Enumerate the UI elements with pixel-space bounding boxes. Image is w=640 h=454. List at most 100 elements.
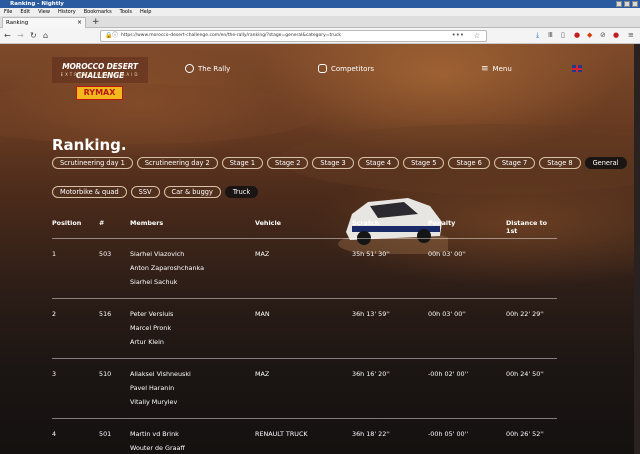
page-title: Ranking. <box>52 136 127 154</box>
bookmark-star-icon[interactable]: ☆ <box>474 31 480 41</box>
close-button[interactable] <box>632 1 638 7</box>
cell-members: Siarhei Viazovich Anton Zaparoshchanka S… <box>130 247 204 289</box>
tab-bar: Ranking × + <box>0 16 640 28</box>
cell-position: 2 <box>52 310 57 318</box>
nav-menu[interactable]: ≡ Menu <box>481 64 512 74</box>
cell-vehicle: MAZ <box>255 370 270 378</box>
stage-tabs: Scrutineering day 1 Scrutineering day 2 … <box>52 157 627 169</box>
cell-penalty: -00h 05' 00'' <box>428 430 469 438</box>
menu-view[interactable]: View <box>38 8 50 16</box>
uk-flag-icon[interactable] <box>572 65 582 72</box>
member-name: Artur Klein <box>130 338 164 346</box>
tab-car-buggy[interactable]: Car & buggy <box>163 186 221 198</box>
cell-penalty: 00h 03' 00'' <box>428 310 466 318</box>
header-members: Members <box>130 219 164 227</box>
minimize-button[interactable] <box>616 1 622 7</box>
addon-icon[interactable]: ● <box>613 31 619 40</box>
header-vehicle: Vehicle <box>255 219 281 227</box>
logo-subtitle: EXTREME RALLY RAID <box>60 72 140 77</box>
home-icon[interactable]: ⌂ <box>43 31 48 40</box>
tab-scrutineering-day-2[interactable]: Scrutineering day 2 <box>136 157 218 169</box>
reload-icon[interactable]: ↻ <box>30 31 37 40</box>
tab-label: Ranking <box>6 20 29 26</box>
cell-distance: 00h 22' 29'' <box>506 310 544 318</box>
tab-stage-8[interactable]: Stage 8 <box>539 157 581 169</box>
tab-stage-1[interactable]: Stage 1 <box>221 157 264 169</box>
member-name: Pavel Haranin <box>130 384 175 392</box>
extension-icon[interactable]: ● <box>574 31 580 40</box>
back-icon[interactable]: ← <box>4 31 11 40</box>
menu-bookmarks[interactable]: Bookmarks <box>84 8 112 16</box>
downloads-icon[interactable]: ⤓ <box>536 31 539 40</box>
tab-stage-3[interactable]: Stage 3 <box>312 157 354 169</box>
table-divider <box>52 418 557 419</box>
cell-number: 501 <box>99 430 112 438</box>
nav-competitors-label: Competitors <box>331 64 374 73</box>
cell-penalty: 00h 03' 00'' <box>428 250 466 258</box>
cell-scratch: 36h 18' 22'' <box>352 430 390 438</box>
nav-the-rally-label: The Rally <box>198 64 231 73</box>
cell-distance: 00h 24' 50'' <box>506 370 544 378</box>
url-bar[interactable]: ⓘ 🔒 https://www.morocco-desert-challenge… <box>100 30 487 42</box>
forward-icon[interactable]: → <box>17 31 24 40</box>
header-penalty: Penalty <box>428 219 456 227</box>
lock-icon: 🔒 <box>105 32 113 39</box>
cell-vehicle: MAZ <box>255 250 270 258</box>
tab-general[interactable]: General <box>584 157 627 169</box>
header-distance: Distance to 1st <box>506 219 548 235</box>
tab-stage-4[interactable]: Stage 4 <box>357 157 400 169</box>
window-titlebar: Ranking - Nightly <box>0 0 640 8</box>
tab-motorbike-quad[interactable]: Motorbike & quad <box>52 186 127 198</box>
competitors-icon <box>318 64 327 73</box>
tab-ssv[interactable]: SSV <box>130 186 160 198</box>
close-tab-icon[interactable]: × <box>77 18 82 28</box>
cell-members: Martin vd Brink Wouter de Graaff <box>130 427 185 454</box>
cell-members: Peter Versluis Marcel Pronk Artur Klein <box>130 307 173 349</box>
sidebar-icon[interactable]: ▯ <box>561 31 565 40</box>
header-scratch: Scratch <box>352 219 380 227</box>
menu-file[interactable]: File <box>4 8 12 16</box>
new-tab-icon[interactable]: + <box>92 17 100 27</box>
ublock-icon[interactable]: ◆ <box>587 31 592 40</box>
tab-stage-5[interactable]: Stage 5 <box>403 157 445 169</box>
site-logo[interactable]: MOROCCO DESERT CHALLENGE EXTREME RALLY R… <box>52 54 148 104</box>
page-scrollbar[interactable] <box>634 44 640 454</box>
cell-number: 503 <box>99 250 112 258</box>
tab-ranking[interactable]: Ranking × <box>2 17 86 28</box>
category-tabs: Motorbike & quad SSV Car & buggy Truck <box>52 186 259 198</box>
member-name: Aliaksei Vishneuski <box>130 370 191 378</box>
nav-the-rally[interactable]: The Rally <box>185 64 230 73</box>
cell-position: 3 <box>52 370 57 378</box>
cell-penalty: -00h 02' 00'' <box>428 370 469 378</box>
page-actions-icon[interactable]: ••• <box>452 30 464 40</box>
tab-scrutineering-day-1[interactable]: Scrutineering day 1 <box>52 157 133 169</box>
table-divider <box>52 238 557 239</box>
member-name: Marcel Pronk <box>130 324 172 332</box>
member-name: Siarhei Viazovich <box>130 250 185 258</box>
table-header: Position # Members Vehicle Scratch Penal… <box>52 219 557 235</box>
tab-stage-6[interactable]: Stage 6 <box>448 157 490 169</box>
menu-history[interactable]: History <box>58 8 76 16</box>
info-icon[interactable]: ⓘ <box>112 31 118 41</box>
cell-scratch: 36h 16' 20'' <box>352 370 390 378</box>
tab-stage-2[interactable]: Stage 2 <box>267 157 309 169</box>
menu-bar: File Edit View History Bookmarks Tools H… <box>0 8 640 16</box>
cell-members: Aliaksei Vishneuski Pavel Haranin Vitali… <box>130 367 191 409</box>
nav-competitors[interactable]: Competitors <box>318 64 374 73</box>
member-name: Peter Versluis <box>130 310 174 318</box>
menu-edit[interactable]: Edit <box>20 8 30 16</box>
menu-help[interactable]: Help <box>140 8 151 16</box>
cell-number: 516 <box>99 310 112 318</box>
page-content: MOROCCO DESERT CHALLENGE EXTREME RALLY R… <box>0 44 640 454</box>
tab-stage-7[interactable]: Stage 7 <box>493 157 536 169</box>
menu-tools[interactable]: Tools <box>120 8 132 16</box>
hamburger-menu-icon[interactable]: ≡ <box>628 31 634 40</box>
tab-truck[interactable]: Truck <box>224 186 259 198</box>
member-name: Martin vd Brink <box>130 430 179 438</box>
maximize-button[interactable] <box>624 1 630 7</box>
cell-position: 4 <box>52 430 57 438</box>
reader-icon[interactable]: ⊘ <box>600 31 606 40</box>
cell-scratch: 35h 51' 30'' <box>352 250 390 258</box>
member-name: Anton Zaparoshchanka <box>130 264 204 272</box>
library-icon[interactable]: Ⅲ <box>548 31 553 40</box>
